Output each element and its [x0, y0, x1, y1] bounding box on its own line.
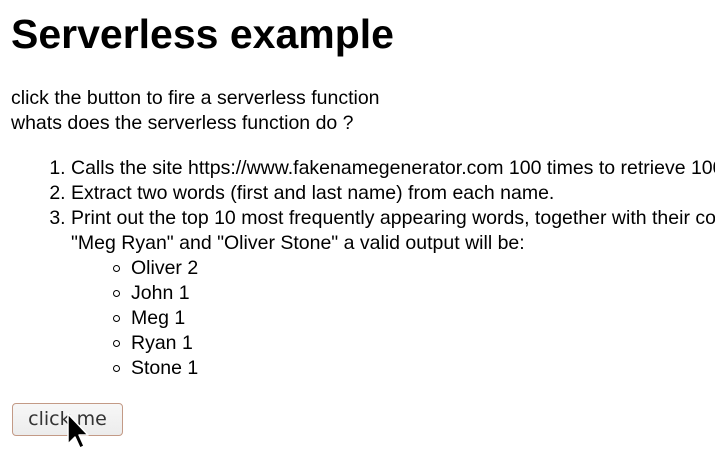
intro-line-instruction: click the button to fire a serverless fu… — [11, 87, 380, 109]
fire-function-button[interactable]: click me — [12, 403, 123, 436]
steps-list: Calls the site https://www.fakenamegener… — [11, 156, 715, 381]
circle-bullet-icon — [113, 365, 120, 372]
page-title: Serverless example — [11, 11, 394, 57]
intro-text: click the button to fire a serverless fu… — [11, 86, 380, 136]
step-item-1: Calls the site https://www.fakenamegener… — [71, 156, 715, 181]
example-output-list: Oliver 2 John 1 Meg 1 Ryan 1 Stone 1 — [71, 256, 715, 381]
example-output-item: Oliver 2 — [113, 256, 715, 281]
steps-container: Calls the site https://www.fakenamegener… — [11, 156, 715, 381]
example-output-item: Meg 1 — [113, 306, 715, 331]
example-output-text: Stone 1 — [131, 357, 199, 379]
step-item-3-text: Print out the top 10 most frequently app… — [71, 207, 715, 254]
step-item-3: Print out the top 10 most frequently app… — [71, 206, 715, 381]
example-output-item: Stone 1 — [113, 356, 715, 381]
example-output-text: John 1 — [131, 282, 190, 304]
example-output-text: Meg 1 — [131, 307, 186, 329]
example-output-item: Ryan 1 — [113, 331, 715, 356]
example-output-text: Oliver 2 — [131, 257, 199, 279]
example-output-text: Ryan 1 — [131, 332, 193, 354]
circle-bullet-icon — [113, 315, 120, 322]
circle-bullet-icon — [113, 290, 120, 297]
circle-bullet-icon — [113, 340, 120, 347]
intro-line-question: whats does the serverless function do ? — [11, 112, 354, 134]
example-output-item: John 1 — [113, 281, 715, 306]
circle-bullet-icon — [113, 265, 120, 272]
step-item-2: Extract two words (first and last name) … — [71, 181, 715, 206]
